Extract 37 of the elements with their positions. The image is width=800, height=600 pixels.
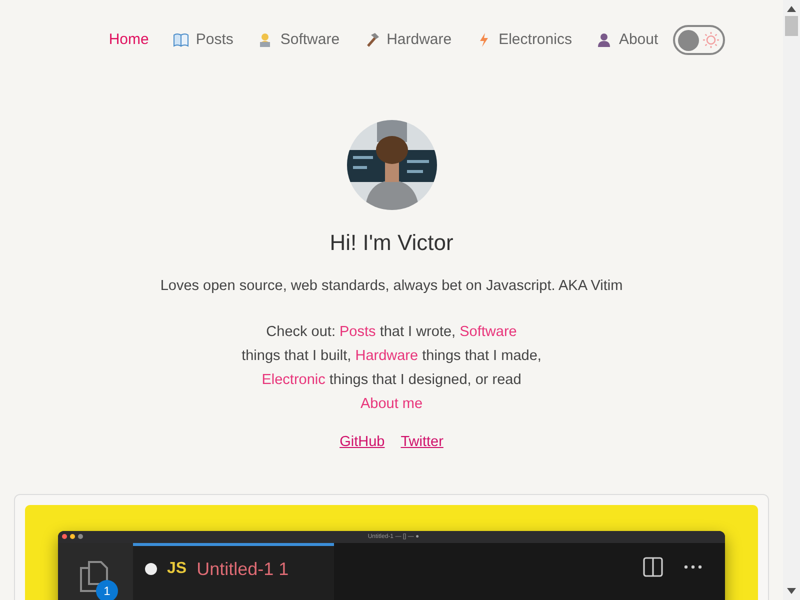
theme-toggle[interactable]	[673, 25, 726, 55]
nav-link[interactable]: About	[584, 22, 670, 58]
intro-text: read	[492, 372, 522, 388]
window-dot[interactable]	[78, 534, 83, 540]
window-dot[interactable]	[70, 534, 75, 540]
notification-badge: 1	[96, 580, 118, 600]
tab-title: Untitled-1 1	[196, 558, 289, 579]
unsaved-dot-icon	[145, 562, 157, 575]
intro-text: things that I	[422, 348, 498, 364]
tagline: Loves open source, web standards, always bet on Javascript. AKA Vitim	[159, 277, 624, 296]
intro-text: things that I designed, or	[329, 372, 488, 388]
intro-text: Check out:	[266, 324, 336, 340]
split-editor-icon[interactable]	[643, 556, 663, 577]
intro-text: that I wrote,	[380, 324, 456, 340]
nav-link[interactable]: Hardware	[352, 22, 463, 58]
language-label: JS	[167, 558, 187, 579]
nav-link[interactable]: Home	[98, 22, 160, 58]
social-link[interactable]: GitHub	[340, 432, 385, 454]
intro-text: made,	[501, 348, 542, 364]
scroll-down-icon[interactable]	[787, 588, 796, 594]
nav-link[interactable]: Posts	[162, 22, 244, 58]
nav-link[interactable]: Software	[246, 22, 351, 58]
sun-icon	[702, 31, 720, 49]
intro-text: things that I built,	[242, 348, 352, 364]
text-link[interactable]: About me	[360, 396, 423, 412]
text-link[interactable]: Hardware	[355, 348, 418, 364]
text-link[interactable]: Software	[460, 324, 517, 340]
scroll-up-icon[interactable]	[787, 6, 796, 12]
nav-link[interactable]: Electronics	[464, 22, 583, 58]
text-link[interactable]: Electronic	[262, 372, 326, 388]
person-icon	[596, 32, 612, 48]
text-link[interactable]: Posts	[340, 324, 376, 340]
scrollbar-thumb[interactable]	[785, 16, 798, 36]
heading: Hi! I'm Victor	[328, 230, 454, 256]
book-icon	[172, 32, 189, 48]
social-link[interactable]: Twitter	[400, 432, 444, 454]
window-dot[interactable]	[62, 534, 67, 540]
